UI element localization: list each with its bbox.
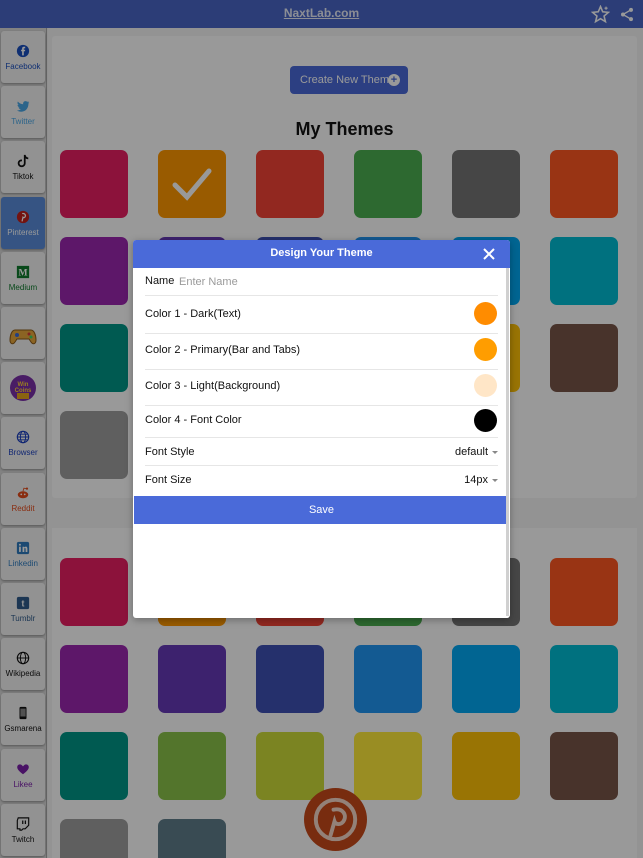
color-4-label: Color 4 - Font Color [145,414,242,426]
color-3-swatch[interactable] [474,374,497,397]
font-size-row[interactable]: Font Size 14px [145,466,498,494]
chevron-down-icon [492,450,498,454]
color-1-swatch[interactable] [474,302,497,325]
font-size-label: Font Size [145,474,192,486]
design-theme-dialog: Design Your Theme Name Color 1 - Dark(Te… [133,240,510,618]
color-row-3[interactable]: Color 3 - Light(Background) [145,370,498,406]
font-style-value: default [454,446,488,458]
dialog-scrollbar[interactable] [506,268,509,616]
color-4-swatch[interactable] [474,409,497,432]
color-row-4[interactable]: Color 4 - Font Color [145,406,498,438]
close-icon[interactable] [483,248,495,260]
font-style-label: Font Style [145,446,195,458]
dialog-title: Design Your Theme [270,247,373,259]
font-style-select[interactable]: default [455,446,498,458]
dialog-header: Design Your Theme [133,240,510,268]
font-size-select[interactable]: 14px [464,474,498,486]
name-input[interactable] [179,275,479,289]
font-style-row[interactable]: Font Style default [145,438,498,466]
color-row-1[interactable]: Color 1 - Dark(Text) [145,298,498,334]
save-button[interactable]: Save [134,496,509,524]
color-1-label: Color 1 - Dark(Text) [145,308,241,320]
chevron-down-icon [492,478,498,482]
color-3-label: Color 3 - Light(Background) [145,380,281,392]
name-row: Name [145,274,498,296]
color-row-2[interactable]: Color 2 - Primary(Bar and Tabs) [145,334,498,370]
font-size-value: 14px [464,474,488,486]
color-2-swatch[interactable] [474,338,497,361]
color-2-label: Color 2 - Primary(Bar and Tabs) [145,344,301,356]
name-label: Name [145,275,175,287]
